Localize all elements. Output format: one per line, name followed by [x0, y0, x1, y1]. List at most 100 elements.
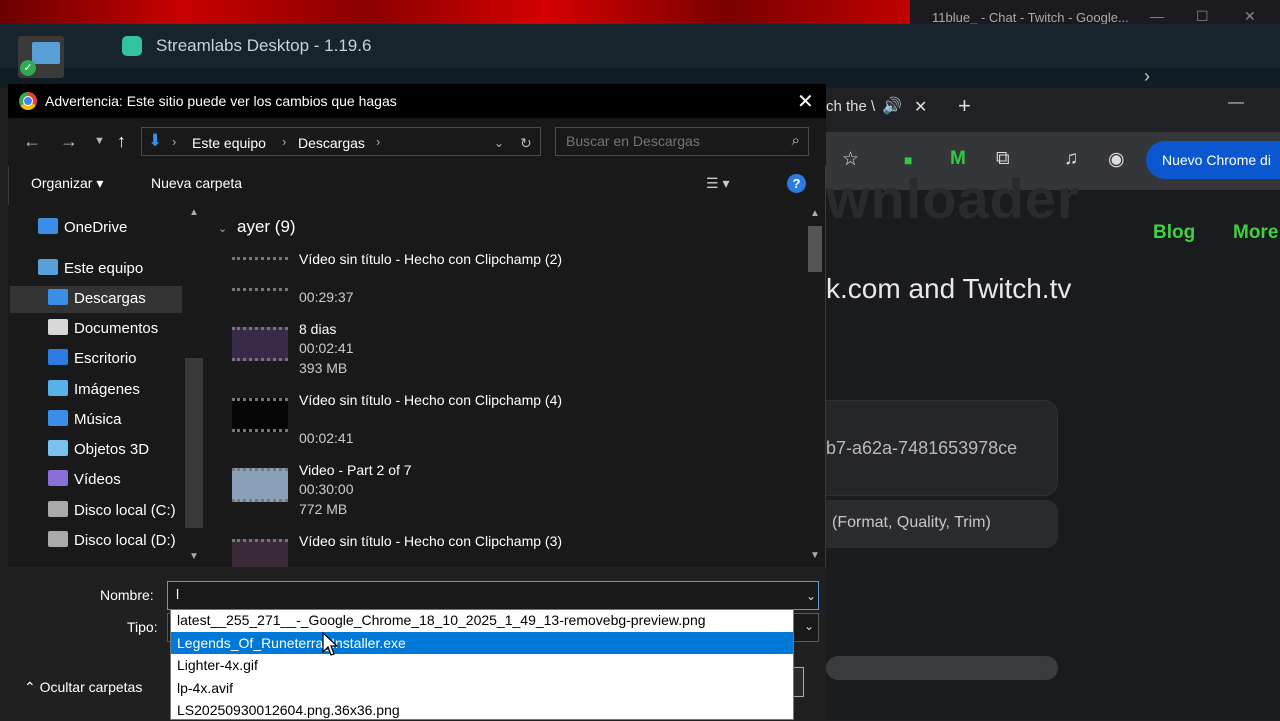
sidebar-item[interactable]: Este equipo: [38, 259, 143, 285]
list-scroll-up-icon[interactable]: ▲: [810, 208, 820, 219]
browser-tab-title[interactable]: ch the \: [826, 98, 875, 115]
new-chrome-button[interactable]: Nuevo Chrome di: [1146, 141, 1280, 179]
autocomplete-item[interactable]: Lighter-4x.gif: [171, 654, 793, 676]
new-tab-icon[interactable]: +: [958, 93, 971, 119]
breadcrumb-separator: ›: [282, 134, 287, 149]
drive-icon: [48, 501, 68, 517]
nav-more-link[interactable]: More: [1233, 222, 1278, 244]
twitch-window-title: 11blue_ - Chat - Twitch - Google...: [932, 10, 1129, 25]
file-name: Vídeo sin título - Hecho con Clipchamp (…: [299, 533, 563, 549]
pictures-icon: [48, 380, 68, 396]
sidebar-item-label: Disco local (D:): [74, 532, 176, 549]
sidebar-item[interactable]: Disco local (D:): [48, 531, 176, 557]
address-bar[interactable]: ⬇ › Este equipo › Descargas › ⌄ ↻: [141, 127, 541, 156]
dialog-close-icon[interactable]: ✕: [797, 89, 814, 114]
breadcrumb-separator: ›: [172, 134, 177, 149]
autocomplete-item[interactable]: Legends_Of_Runeterra_Installer.exe: [171, 631, 793, 654]
sidebar-item-label: Documentos: [74, 320, 159, 337]
sidebar-item-label: Imágenes: [74, 381, 140, 398]
forward-arrow-icon[interactable]: →: [60, 131, 78, 152]
video-thumbnail-icon: [232, 327, 288, 361]
video-thumbnail-icon: [232, 468, 288, 502]
refresh-icon[interactable]: ↻: [520, 135, 532, 152]
file-duration: 00:02:41: [299, 430, 354, 446]
sidebar-item-label: OneDrive: [64, 219, 128, 236]
file-name: 8 dias: [299, 321, 337, 337]
group-header[interactable]: ayer (9): [237, 217, 296, 237]
drive-icon: [48, 531, 68, 547]
download-folder-icon: ⬇: [148, 131, 163, 150]
hide-folders-button[interactable]: ⌃ Ocultar carpetas: [24, 679, 142, 696]
page-bar: [826, 656, 1058, 680]
breadcrumb-separator: ›: [376, 134, 381, 149]
music-icon: [48, 410, 68, 426]
sidebar-item[interactable]: Descargas: [48, 289, 146, 315]
sidebar-item[interactable]: Disco local (C:): [48, 501, 176, 527]
video-thumbnail-icon: [232, 257, 288, 291]
speaker-icon[interactable]: 🔊: [882, 96, 902, 116]
nav-blog-link[interactable]: Blog: [1153, 222, 1195, 244]
desktop-icon: [48, 349, 68, 365]
file-list-scroll-thumb[interactable]: [808, 226, 822, 272]
back-arrow-icon[interactable]: ←: [23, 131, 41, 152]
file-item[interactable]: Video - Part 2 of 7 00:30:00 772 MB: [230, 461, 790, 521]
sidebar-item[interactable]: OneDrive: [38, 218, 127, 244]
desktop-pc-icon[interactable]: ✓: [18, 36, 64, 78]
close-icon[interactable]: ✕: [1244, 8, 1256, 25]
sidebar-item[interactable]: Escritorio: [48, 349, 137, 375]
chevron-right-icon[interactable]: ›: [1144, 66, 1150, 87]
autocomplete-item[interactable]: LS20250930012604.png.36x36.png: [171, 699, 793, 721]
file-item[interactable]: 8 dias 00:02:41 393 MB: [230, 320, 790, 380]
list-scroll-down-icon[interactable]: ▼: [810, 550, 820, 561]
hide-folders-label: Ocultar carpetas: [39, 679, 143, 695]
sidebar-item[interactable]: Vídeos: [48, 470, 121, 496]
new-folder-button[interactable]: Nueva carpeta: [151, 175, 242, 191]
cloud-icon: [38, 218, 58, 234]
file-item[interactable]: Vídeo sin título - Hecho con Clipchamp (…: [230, 250, 790, 310]
filename-chevron-icon[interactable]: ⌄: [806, 589, 816, 603]
file-size: 772 MB: [299, 501, 348, 517]
sidebar-item[interactable]: Imágenes: [48, 380, 140, 406]
search-field[interactable]: ⌕: [555, 127, 809, 156]
breadcrumb-este-equipo[interactable]: Este equipo: [192, 135, 266, 151]
breadcrumb-descargas[interactable]: Descargas: [298, 135, 365, 151]
sidebar-item-label: Descargas: [74, 290, 146, 307]
search-input[interactable]: [566, 133, 766, 149]
file-name: Vídeo sin título - Hecho con Clipchamp (…: [299, 251, 563, 267]
file-name: Vídeo sin título - Hecho con Clipchamp (…: [299, 392, 563, 408]
autocomplete-item[interactable]: latest__255_271__-_Google_Chrome_18_10_2…: [171, 609, 793, 631]
help-icon[interactable]: ?: [787, 174, 806, 193]
sidebar-item[interactable]: Objetos 3D: [48, 440, 149, 466]
video-thumbnail-icon: [232, 398, 288, 432]
sidebar-scrollbar[interactable]: [185, 358, 203, 528]
tab-close-icon[interactable]: ✕: [914, 97, 927, 117]
download-icon: [48, 289, 68, 305]
sidebar-item-label: Objetos 3D: [74, 441, 150, 458]
file-item[interactable]: Vídeo sin título - Hecho con Clipchamp (…: [230, 391, 790, 451]
chevron-up-icon: ⌃: [24, 679, 40, 695]
page-subtitle: k.com and Twitch.tv: [826, 273, 1072, 304]
minimize-icon[interactable]: —: [1150, 8, 1164, 24]
address-dropdown-icon[interactable]: ⌄: [494, 136, 504, 150]
file-name: Video - Part 2 of 7: [299, 462, 412, 478]
view-options-icon[interactable]: ☰ ▾: [706, 175, 729, 192]
browser-minimize-icon[interactable]: —: [1228, 94, 1244, 112]
video-icon: [48, 470, 68, 486]
filename-input[interactable]: l: [167, 581, 819, 610]
organize-button[interactable]: Organizar ▾: [31, 175, 103, 192]
document-icon: [48, 319, 68, 335]
autocomplete-item[interactable]: lp-4x.avif: [171, 677, 793, 699]
sidebar-scroll-down-icon[interactable]: ▼: [189, 551, 199, 562]
group-collapse-icon[interactable]: ⌄: [218, 222, 227, 235]
filetype-chevron-icon[interactable]: ⌄: [804, 619, 814, 633]
sidebar-scroll-up-icon[interactable]: ▲: [189, 207, 199, 218]
sidebar-item-label: Vídeos: [74, 471, 121, 488]
cube-icon: [48, 440, 68, 456]
recent-chevron-icon[interactable]: ▼: [94, 135, 105, 147]
maximize-icon[interactable]: ☐: [1196, 8, 1209, 25]
profile-icon[interactable]: ◉: [1108, 148, 1125, 171]
sidebar-item[interactable]: Música: [48, 410, 122, 436]
up-arrow-icon[interactable]: ↑: [117, 131, 126, 152]
file-duration: 00:30:00: [299, 481, 354, 497]
sidebar-item[interactable]: Documentos: [48, 319, 158, 345]
